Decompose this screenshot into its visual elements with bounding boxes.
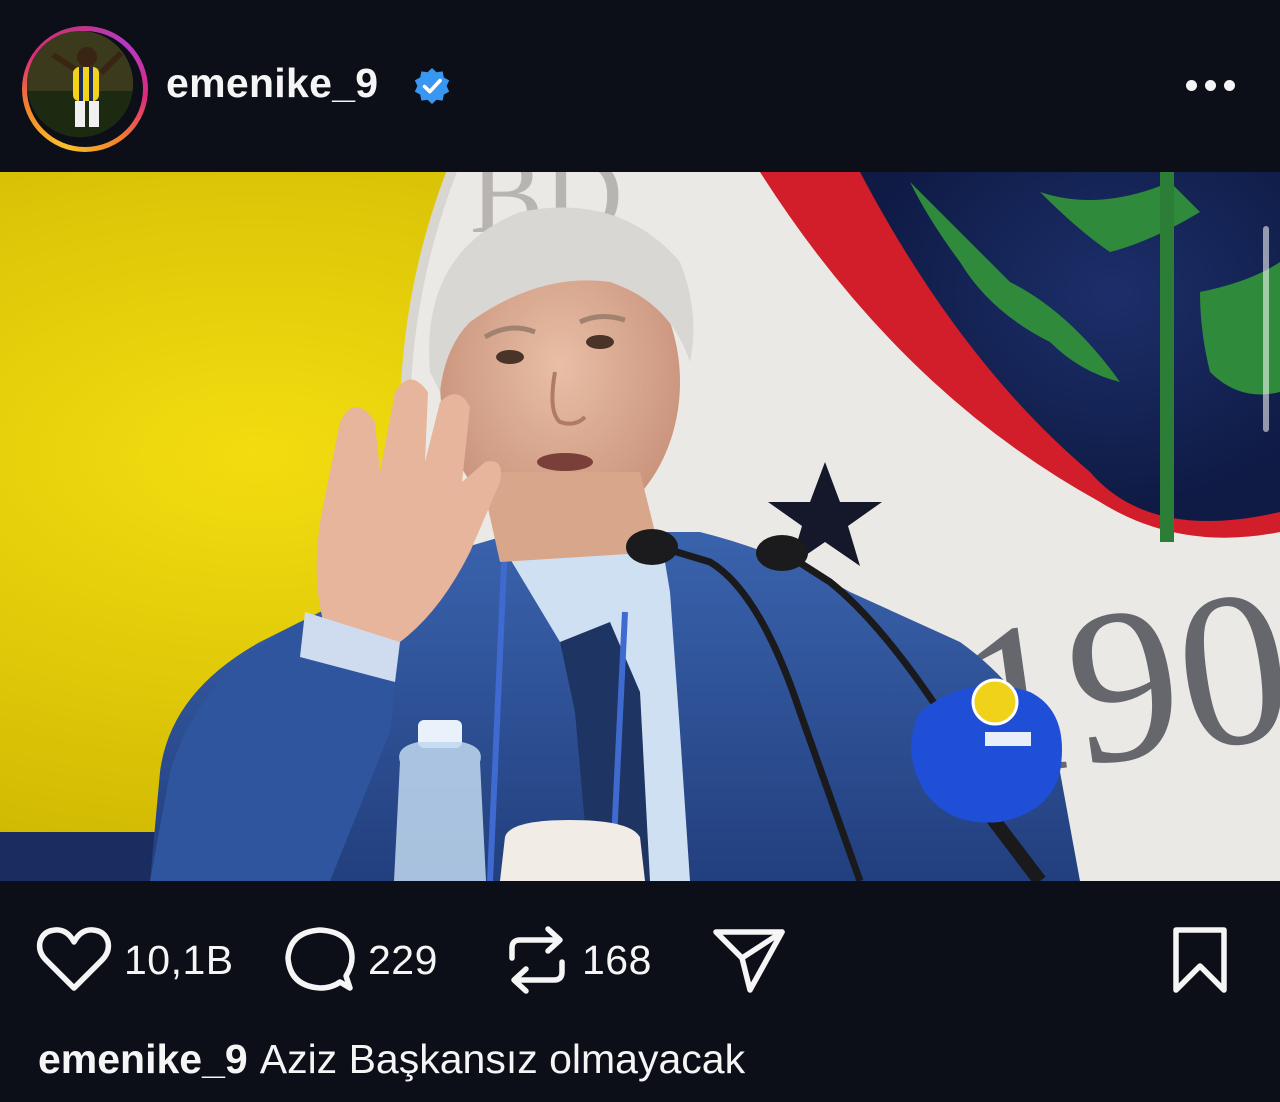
post-header: emenike_9	[0, 0, 1280, 172]
avatar[interactable]	[27, 31, 133, 137]
heart-icon	[36, 927, 112, 991]
repost-count[interactable]: 168	[582, 937, 652, 984]
story-ring[interactable]	[22, 26, 148, 152]
save-button[interactable]	[1168, 922, 1232, 998]
instagram-post: emenike_9 190 10,1B 229 168 emenike_9 Az…	[0, 0, 1280, 1102]
more-options-button[interactable]	[1180, 68, 1240, 104]
scroll-indicator[interactable]	[1263, 226, 1269, 432]
post-photo: 190 BD	[0, 172, 1280, 881]
post-actions: 10,1B 229 168	[0, 900, 1280, 1020]
more-dot	[1186, 80, 1197, 91]
caption-text: Aziz Başkansız olmayacak	[259, 1036, 746, 1082]
avatar-photo	[27, 31, 133, 137]
comment-count[interactable]: 229	[368, 937, 438, 984]
verified-badge-icon	[414, 68, 450, 104]
post-username[interactable]: emenike_9	[166, 60, 378, 107]
comment-bubble-icon	[285, 927, 355, 991]
comment-button[interactable]: 229	[284, 922, 438, 998]
more-dot	[1205, 80, 1216, 91]
repost-arrows-icon	[509, 926, 565, 994]
caption-username[interactable]: emenike_9	[38, 1036, 248, 1082]
post-caption: emenike_9 Aziz Başkansız olmayacak	[38, 1036, 745, 1083]
share-button[interactable]	[712, 922, 786, 998]
like-button[interactable]: 10,1B	[36, 922, 234, 998]
bookmark-icon	[1173, 927, 1227, 993]
more-dot	[1224, 80, 1235, 91]
like-count[interactable]: 10,1B	[124, 937, 234, 984]
repost-button[interactable]: 168	[504, 922, 652, 998]
post-image[interactable]: 190 BD	[0, 172, 1280, 881]
send-paper-plane-icon	[713, 929, 785, 993]
